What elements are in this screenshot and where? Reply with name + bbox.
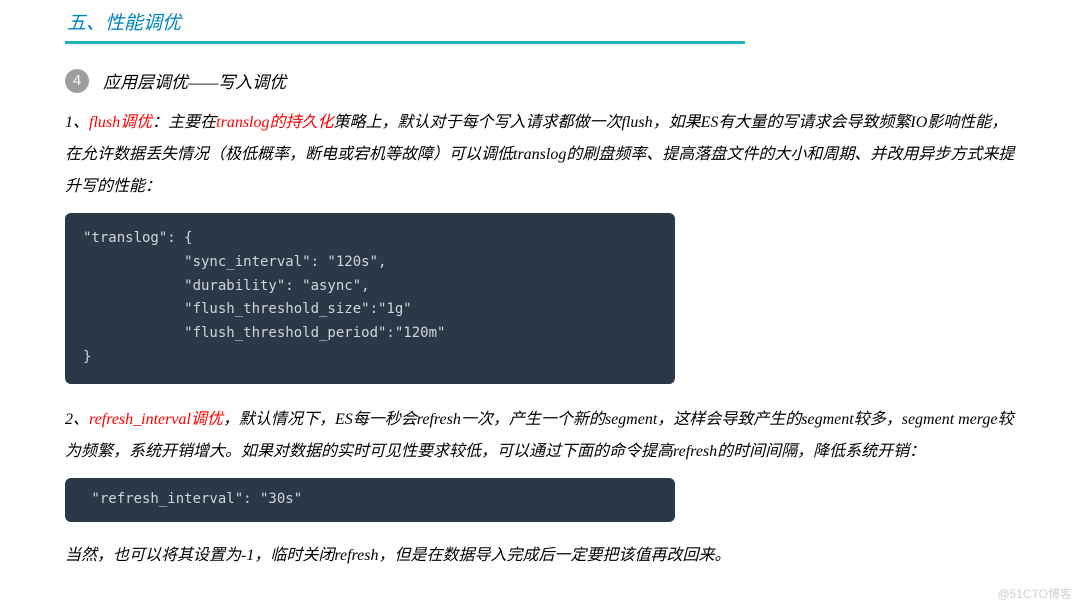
paragraph-2: 2、refresh_interval调优，默认情况下，ES每一秒会refresh… [65, 404, 1015, 468]
p1-prefix: 1、 [65, 114, 89, 131]
code-block-2: "refresh_interval": "30s" [65, 478, 675, 522]
p1-keyword-flush: flush调优 [89, 114, 152, 131]
code-block-1: "translog": { "sync_interval": "120s", "… [65, 213, 675, 384]
header-title: 五、性能调优 [65, 8, 1015, 35]
p1-text-1: ：主要在 [152, 114, 216, 131]
paragraph-1: 1、flush调优：主要在translog的持久化策略上，默认对于每个写入请求都… [65, 107, 1015, 203]
slide-content: 五、性能调优 4 应用层调优——写入调优 1、flush调优：主要在transl… [0, 0, 1080, 572]
watermark: @51CTO博客 [997, 585, 1072, 602]
section-heading: 4 应用层调优——写入调优 [65, 68, 1015, 93]
slide-header: 五、性能调优 [65, 8, 1015, 44]
section-number-badge: 4 [65, 69, 89, 93]
p1-keyword-translog: translog的持久化 [216, 114, 333, 131]
header-underline [65, 41, 745, 44]
paragraph-3: 当然，也可以将其设置为-1，临时关闭refresh，但是在数据导入完成后一定要把… [65, 540, 1015, 572]
p2-prefix: 2、 [65, 411, 89, 428]
p2-keyword-refresh: refresh_interval调优 [89, 411, 223, 428]
section-title: 应用层调优——写入调优 [103, 68, 286, 93]
